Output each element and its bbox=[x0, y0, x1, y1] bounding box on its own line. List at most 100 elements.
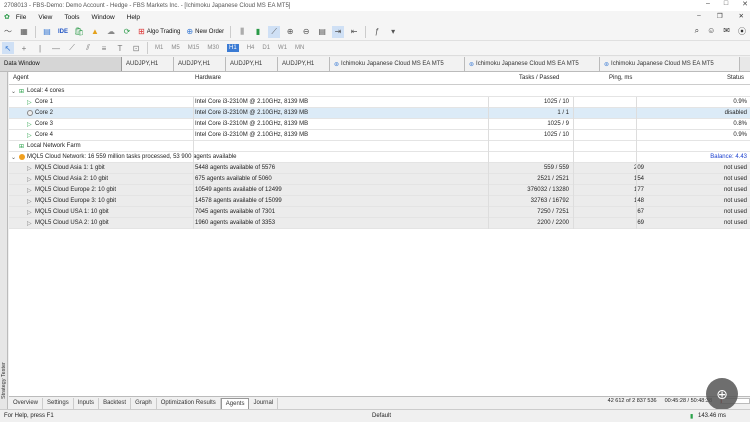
menu-file[interactable]: File bbox=[16, 14, 26, 21]
column-status[interactable]: Status bbox=[727, 75, 744, 81]
algo-trading-button[interactable]: ⊞ Algo Trading bbox=[135, 25, 183, 38]
table-row[interactable]: ▷ MQL5 Cloud Europe 2: 10 gbit 10549 age… bbox=[9, 185, 750, 196]
autoscroll-icon[interactable]: ⇥ bbox=[332, 25, 345, 38]
timeframe-d1[interactable]: D1 bbox=[262, 45, 270, 51]
timeframe-h1[interactable]: H1 bbox=[227, 44, 239, 52]
table-row[interactable]: ▷ MQL5 Cloud Asia 1: 1 gbit 5448 agents … bbox=[9, 163, 750, 174]
timeframe-m5[interactable]: M5 bbox=[171, 45, 179, 51]
vps-icon[interactable]: ☁ bbox=[105, 26, 117, 38]
table-row[interactable]: ▷ MQL5 Cloud USA 2: 10 gbit 1960 agents … bbox=[9, 218, 750, 229]
signals-toggle-icon[interactable]: ⦿ bbox=[738, 26, 746, 37]
new-order-button[interactable]: ⊕ New Order bbox=[183, 25, 227, 38]
bar-chart-icon[interactable]: ⫼ bbox=[236, 26, 248, 38]
timeframe-m15[interactable]: M15 bbox=[188, 45, 200, 51]
grid-icon[interactable]: ▤ bbox=[316, 26, 328, 38]
table-row[interactable]: ▷ MQL5 Cloud Asia 2: 10 gbit 675 agents … bbox=[9, 174, 750, 185]
signals-icon[interactable]: ▲ bbox=[89, 26, 101, 38]
text-icon[interactable]: T bbox=[114, 42, 126, 54]
agent-name: MQL5 Cloud Asia 1: 1 gbit bbox=[35, 165, 105, 171]
magnifier-icon[interactable]: ⊕ bbox=[706, 378, 738, 410]
minimize-icon[interactable]: – bbox=[706, 0, 710, 8]
group-farm-label: Local Network Farm bbox=[27, 143, 81, 149]
ide-icon[interactable]: IDE bbox=[57, 26, 69, 38]
tab-overview[interactable]: Overview bbox=[9, 397, 44, 409]
window-restore-icon[interactable]: ❐ bbox=[717, 12, 723, 20]
timeframe-w1[interactable]: W1 bbox=[278, 45, 287, 51]
tab-inputs[interactable]: Inputs bbox=[74, 397, 100, 409]
chart-shift-icon[interactable]: ⇤ bbox=[348, 26, 360, 38]
chat-icon[interactable]: ✉ bbox=[723, 26, 730, 37]
table-row[interactable]: ▷ MQL5 Cloud USA 1: 10 gbit 7045 agents … bbox=[9, 207, 750, 218]
templates-icon[interactable]: ▾ bbox=[387, 26, 399, 38]
window-title: 2708013 - FBS-Demo: Demo Account - Hedge… bbox=[4, 2, 291, 9]
strategy-tester-icon[interactable]: ⟳ bbox=[121, 26, 133, 38]
table-row[interactable]: ▷ Core 4 Intel Core i3-2310M @ 2.10GHz, … bbox=[9, 130, 750, 141]
tab-data-window[interactable]: Data Window bbox=[0, 57, 122, 71]
tab-graph[interactable]: Graph bbox=[131, 397, 157, 409]
tab-chart[interactable]: AUDJPY,H1 bbox=[278, 57, 330, 71]
close-icon[interactable]: ✕ bbox=[742, 0, 748, 8]
zoom-in-icon[interactable]: ⊕ bbox=[284, 26, 296, 38]
vertical-line-icon[interactable]: | bbox=[34, 42, 46, 54]
new-chart-icon[interactable]: ▦ bbox=[18, 26, 30, 38]
cursor-icon[interactable]: ↖ bbox=[2, 42, 14, 54]
tab-journal[interactable]: Journal bbox=[249, 397, 279, 409]
maximize-icon[interactable]: □ bbox=[724, 0, 728, 8]
tab-chart[interactable]: AUDJPY,H1 bbox=[174, 57, 226, 71]
tab-agents[interactable]: Agents bbox=[220, 397, 250, 409]
group-local[interactable]: ⌄ ⊞ Local: 4 cores bbox=[9, 86, 750, 97]
restore-icon[interactable]: – bbox=[697, 12, 701, 20]
tab-ea-chart[interactable]: ⊛ Ichimoku Japanese Cloud MS EA MT5 bbox=[465, 57, 600, 71]
horizontal-line-icon[interactable]: — bbox=[50, 42, 62, 54]
table-row[interactable]: ▷ Core 1 Intel Core i3-2310M @ 2.10GHz, … bbox=[9, 97, 750, 108]
tab-settings[interactable]: Settings bbox=[43, 397, 74, 409]
collapse-icon[interactable]: ⌄ bbox=[11, 154, 16, 161]
tab-chart[interactable]: AUDJPY,H1 bbox=[122, 57, 174, 71]
crosshair-icon[interactable]: + bbox=[18, 42, 30, 54]
menu-help[interactable]: Help bbox=[127, 14, 140, 21]
menu-window[interactable]: Window bbox=[92, 14, 115, 21]
tab-label: Ichimoku Japanese Cloud MS EA MT5 bbox=[476, 61, 579, 67]
line-chart-icon[interactable]: ⟋ bbox=[268, 25, 281, 38]
tab-chart[interactable]: AUDJPY,H1 bbox=[226, 57, 278, 71]
close-icon[interactable]: ✕ bbox=[739, 12, 744, 20]
channel-icon[interactable]: ⫽ bbox=[82, 42, 94, 54]
indicators-icon[interactable]: ƒ bbox=[371, 26, 383, 38]
market-icon[interactable]: 🛍 bbox=[73, 26, 85, 38]
table-row[interactable]: ▷ Core 3 Intel Core i3-2310M @ 2.10GHz, … bbox=[9, 119, 750, 130]
column-hardware[interactable]: Hardware bbox=[195, 75, 221, 81]
group-cloud[interactable]: ⌄ MQL5 Cloud Network: 16 559 million tas… bbox=[9, 152, 750, 163]
menu-view[interactable]: View bbox=[38, 14, 52, 21]
menu-tools[interactable]: Tools bbox=[64, 14, 79, 21]
tab-optimization-results[interactable]: Optimization Results bbox=[157, 397, 221, 409]
column-tasks[interactable]: Tasks / Passed bbox=[519, 75, 559, 81]
column-ping[interactable]: Ping, ms bbox=[609, 75, 632, 81]
timeframe-mn[interactable]: MN bbox=[295, 45, 304, 51]
trendline-icon[interactable]: ⟋ bbox=[66, 42, 78, 54]
tasks: 2521 / 2521 bbox=[537, 176, 569, 182]
zoom-out-icon[interactable]: ⊖ bbox=[300, 26, 312, 38]
tab-backtest[interactable]: Backtest bbox=[99, 397, 132, 409]
group-farm[interactable]: ⊞ Local Network Farm bbox=[9, 141, 750, 152]
timeframe-m30[interactable]: M30 bbox=[207, 45, 219, 51]
shapes-icon[interactable]: ⊡ bbox=[130, 42, 142, 54]
column-divider bbox=[488, 97, 489, 229]
table-row[interactable]: Core 2 Intel Core i3-2310M @ 2.10GHz, 81… bbox=[9, 108, 750, 119]
column-agent[interactable]: Agent bbox=[13, 75, 29, 81]
tab-ea-chart[interactable]: ⊛ Ichimoku Japanese Cloud MS EA MT5 bbox=[330, 57, 465, 71]
profiles-icon[interactable]: ▤ bbox=[41, 26, 53, 38]
timeframe-h4[interactable]: H4 bbox=[247, 45, 255, 51]
cloud-balance[interactable]: Balance: 4.43 bbox=[699, 154, 747, 160]
timeframe-m1[interactable]: M1 bbox=[155, 45, 163, 51]
tester-tabs: Overview Settings Inputs Backtest Graph … bbox=[9, 396, 750, 409]
column-divider bbox=[573, 97, 574, 229]
tab-ea-chart[interactable]: ⊛ Ichimoku Japanese Cloud MS EA MT5 bbox=[600, 57, 740, 71]
network-farm-icon: ⊞ bbox=[19, 144, 25, 150]
fibonacci-icon[interactable]: ≡ bbox=[98, 42, 110, 54]
table-row[interactable]: ▷ MQL5 Cloud Europe 3: 10 gbit 14578 age… bbox=[9, 196, 750, 207]
search-icon[interactable]: ⌕ bbox=[695, 26, 699, 37]
chart-type-icon[interactable]: 〜 bbox=[2, 26, 14, 38]
collapse-icon[interactable]: ⌄ bbox=[11, 88, 16, 95]
candle-chart-icon[interactable]: ▮ bbox=[252, 26, 264, 38]
user-icon[interactable]: ☺ bbox=[707, 26, 715, 37]
